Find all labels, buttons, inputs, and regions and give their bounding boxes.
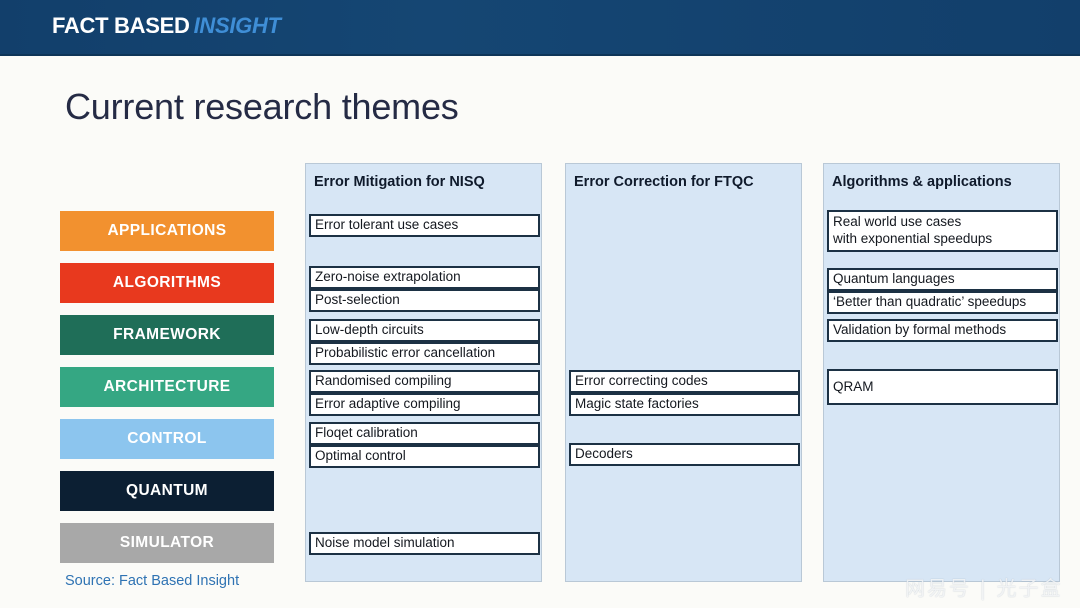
- layer-label: QUANTUM: [125, 482, 208, 499]
- layer-label: SIMULATOR: [119, 534, 215, 551]
- layer-box-simulator[interactable]: SIMULATOR: [60, 523, 274, 563]
- theme-item-label: Low-depth circuits: [315, 322, 424, 338]
- layer-box-architecture[interactable]: ARCHITECTURE: [60, 367, 274, 407]
- page-title: Current research themes: [65, 86, 459, 127]
- theme-item-label: Optimal control: [315, 448, 406, 464]
- theme-item[interactable]: Validation by formal methods: [827, 319, 1058, 342]
- theme-item-label: Probabilistic error cancellation: [315, 345, 496, 361]
- theme-item[interactable]: Zero-noise extrapolation: [309, 266, 540, 289]
- theme-column-error-correction: Error Correction for FTQC Error correcti…: [565, 163, 802, 582]
- theme-item[interactable]: Optimal control: [309, 445, 540, 468]
- theme-item-label: Noise model simulation: [315, 535, 455, 551]
- layer-box-control[interactable]: CONTROL: [60, 419, 274, 459]
- column-heading: Algorithms & applications: [832, 174, 1012, 190]
- theme-item[interactable]: ‘Better than quadratic’ speedups: [827, 291, 1058, 314]
- layer-box-quantum[interactable]: QUANTUM: [60, 471, 274, 511]
- theme-item[interactable]: Real world use cases with exponential sp…: [827, 210, 1058, 252]
- theme-item[interactable]: Noise model simulation: [309, 532, 540, 555]
- layer-label: CONTROL: [127, 430, 207, 447]
- theme-column-algorithms: Algorithms & applications Real world use…: [823, 163, 1060, 582]
- theme-column-error-mitigation: Error Mitigation for NISQ Error tolerant…: [305, 163, 542, 582]
- layer-label: APPLICATIONS: [107, 222, 227, 239]
- theme-item-label: QRAM: [833, 378, 874, 394]
- layer-label: FRAMEWORK: [113, 326, 221, 343]
- layer-box-framework[interactable]: FRAMEWORK: [60, 315, 274, 355]
- layer-box-applications[interactable]: APPLICATIONS: [60, 211, 274, 251]
- theme-item-label: Magic state factories: [575, 396, 699, 412]
- layer-box-algorithms[interactable]: ALGORITHMS: [60, 263, 274, 303]
- column-heading: Error Mitigation for NISQ: [314, 174, 485, 190]
- theme-item-label: Validation by formal methods: [833, 322, 1007, 338]
- theme-item-label: Quantum languages: [833, 271, 955, 287]
- theme-item-label: Error adaptive compiling: [315, 396, 461, 412]
- theme-item-label: Floqet calibration: [315, 425, 418, 441]
- layer-label: ARCHITECTURE: [103, 378, 231, 395]
- brand-primary-text: FACT BASED: [52, 13, 190, 38]
- theme-item[interactable]: Error tolerant use cases: [309, 214, 540, 237]
- theme-item-label: Real world use cases with exponential sp…: [833, 214, 993, 246]
- layer-label: ALGORITHMS: [112, 274, 222, 291]
- source-note: Source: Fact Based Insight: [65, 573, 240, 589]
- theme-item[interactable]: Post-selection: [309, 289, 540, 312]
- theme-item[interactable]: Magic state factories: [569, 393, 800, 416]
- theme-item-label: Error tolerant use cases: [315, 217, 459, 233]
- theme-item[interactable]: Randomised compiling: [309, 370, 540, 393]
- column-heading: Error Correction for FTQC: [574, 174, 754, 190]
- theme-item-label: Randomised compiling: [315, 373, 452, 389]
- theme-item[interactable]: Decoders: [569, 443, 800, 466]
- theme-item-label: Error correcting codes: [575, 373, 708, 389]
- theme-item[interactable]: Error correcting codes: [569, 370, 800, 393]
- brand-secondary-text: INSIGHT: [193, 13, 281, 38]
- layer-stack: APPLICATIONS ALGORITHMS FRAMEWORK ARCHITECT…: [60, 211, 274, 575]
- theme-item-label: Decoders: [575, 446, 633, 462]
- theme-item-label: Post-selection: [315, 292, 400, 308]
- theme-item-label: Zero-noise extrapolation: [315, 269, 461, 285]
- theme-item[interactable]: Low-depth circuits: [309, 319, 540, 342]
- theme-item[interactable]: Error adaptive compiling: [309, 393, 540, 416]
- brand-logo[interactable]: FACT BASED INSIGHT: [52, 15, 281, 37]
- theme-item[interactable]: QRAM: [827, 369, 1058, 405]
- theme-item[interactable]: Probabilistic error cancellation: [309, 342, 540, 365]
- theme-item[interactable]: Floqet calibration: [309, 422, 540, 445]
- header-banner: FACT BASED INSIGHT: [0, 0, 1080, 56]
- theme-item[interactable]: Quantum languages: [827, 268, 1058, 291]
- theme-item-label: ‘Better than quadratic’ speedups: [833, 294, 1027, 310]
